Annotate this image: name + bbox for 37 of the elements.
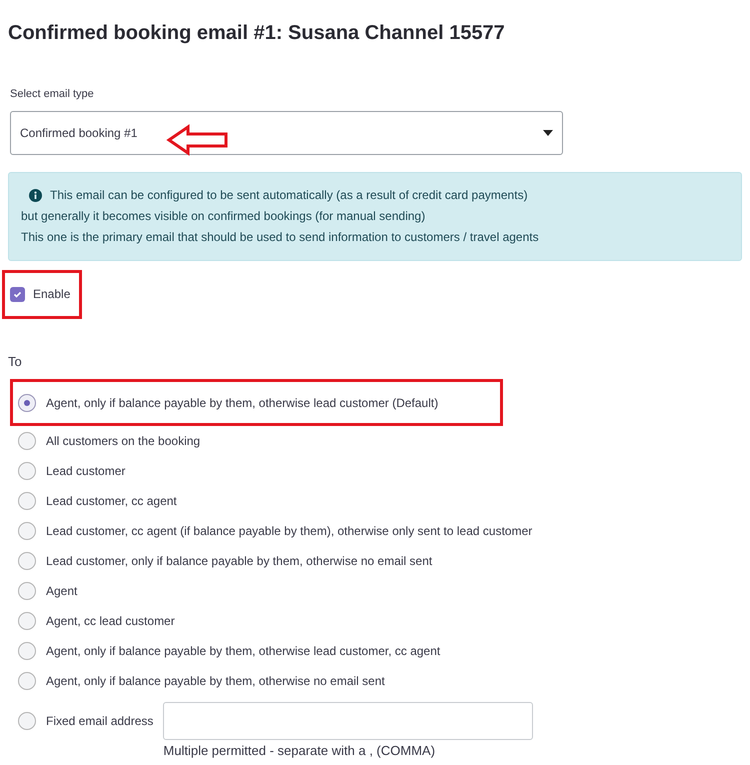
option-label: Lead customer, cc agent (if balance payable by them), otherwise only sent to lead customer	[46, 523, 532, 540]
annotation-arrow	[166, 124, 230, 156]
radio-button[interactable]	[18, 462, 36, 480]
info-text: This one is the primary email that should be used to send information to customers / travel agents	[21, 228, 539, 246]
option-label: Agent, only if balance payable by them, otherwise lead customer, cc agent	[46, 643, 440, 660]
page-title: Confirmed booking email #1: Susana Channel 15577	[8, 21, 505, 46]
radio-button[interactable]	[18, 394, 36, 412]
radio-button[interactable]	[18, 672, 36, 690]
option-label: Lead customer	[46, 463, 126, 480]
radio-button[interactable]	[18, 552, 36, 570]
radio-button[interactable]	[18, 642, 36, 660]
radio-button[interactable]	[18, 492, 36, 510]
check-icon	[13, 290, 22, 298]
info-icon	[29, 188, 42, 202]
to-label: To	[8, 352, 23, 370]
option-label: Agent	[46, 583, 78, 600]
option-label: Agent, only if balance payable by them, otherwise no email sent	[46, 673, 385, 690]
enable-label: Enable	[33, 286, 70, 303]
field-hint: Multiple permitted - separate with a , (COMMA)	[163, 742, 436, 760]
option-label: Fixed email address	[46, 713, 154, 730]
radio-button[interactable]	[18, 612, 36, 630]
email-input-field[interactable]	[163, 702, 534, 740]
radio-button[interactable]	[18, 712, 36, 730]
email-type-select[interactable]: Confirmed booking #1	[10, 110, 563, 154]
option-label: Lead customer, only if balance payable by them, otherwise no email sent	[46, 553, 432, 570]
radio-button[interactable]	[18, 432, 36, 450]
option-label: Lead customer, cc agent	[46, 493, 177, 510]
option-label: Agent, only if balance payable by them, otherwise lead customer (Default)	[46, 394, 438, 412]
caret-icon	[543, 130, 553, 136]
field-label: Select email type	[10, 87, 95, 102]
info-text: but generally it becomes visible on confirmed bookings (for manual sending)	[21, 208, 426, 224]
option-label: All customers on the booking	[46, 433, 200, 450]
radio-button[interactable]	[18, 582, 36, 600]
enable-checkbox[interactable]	[10, 286, 25, 302]
info-text: This email can be configured to be sent automatically (as a result of credit card payments)	[50, 186, 528, 204]
option-label: Agent, cc lead customer	[46, 613, 175, 630]
radio-button[interactable]	[18, 522, 36, 540]
